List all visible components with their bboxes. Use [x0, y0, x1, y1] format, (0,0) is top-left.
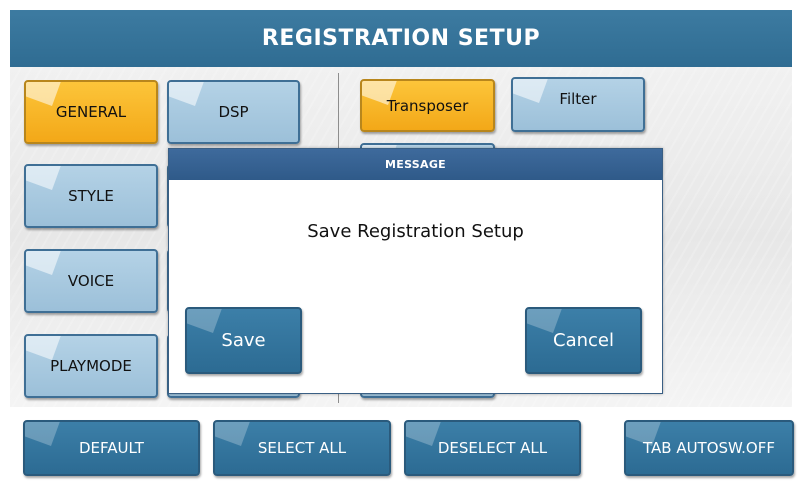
message-dialog: MESSAGE Save Registration Setup Save Can…	[168, 148, 663, 394]
tab-dsp-label: DSP	[218, 103, 249, 121]
select-all-button-label: SELECT ALL	[257, 439, 347, 457]
default-button[interactable]: DEFAULT	[23, 420, 200, 476]
tab-style-label: STYLE	[68, 187, 114, 205]
tab-voice-label: VOICE	[67, 272, 115, 290]
transposer-label: Transposer	[386, 96, 469, 115]
transposer-button[interactable]: Transposer	[360, 79, 495, 132]
page-title-text: REGISTRATION SETUP	[261, 26, 541, 51]
tab-style[interactable]: STYLE	[24, 164, 158, 228]
tab-general-label: GENERAL	[55, 103, 127, 121]
tab-playmode-label: PLAYMODE	[50, 357, 132, 375]
tab-playmode[interactable]: PLAYMODE	[24, 334, 158, 398]
deselect-all-button-label: DESELECT ALL	[437, 439, 548, 457]
dialog-title-text: MESSAGE	[385, 158, 446, 171]
dialog-title: MESSAGE	[169, 149, 662, 180]
default-button-label: DEFAULT	[79, 439, 144, 457]
save-button[interactable]: Save	[185, 307, 302, 374]
filter-button[interactable]: Filter	[511, 77, 645, 132]
dialog-message: Save Registration Setup	[307, 221, 524, 242]
cancel-button[interactable]: Cancel	[525, 307, 642, 374]
tab-general[interactable]: GENERAL	[24, 80, 158, 144]
page-title: REGISTRATION SETUP	[10, 10, 792, 67]
tab-autosw-button-label: TAB AUTOSW.OFF	[643, 439, 775, 457]
tab-dsp[interactable]: DSP	[167, 80, 300, 144]
cancel-button-label: Cancel	[553, 330, 614, 351]
deselect-all-button[interactable]: DESELECT ALL	[404, 420, 581, 476]
save-button-label: Save	[221, 330, 266, 351]
filter-label: Filter	[559, 89, 597, 108]
tab-voice[interactable]: VOICE	[24, 249, 158, 313]
tab-autosw-button[interactable]: TAB AUTOSW.OFF	[624, 420, 794, 476]
select-all-button[interactable]: SELECT ALL	[213, 420, 391, 476]
